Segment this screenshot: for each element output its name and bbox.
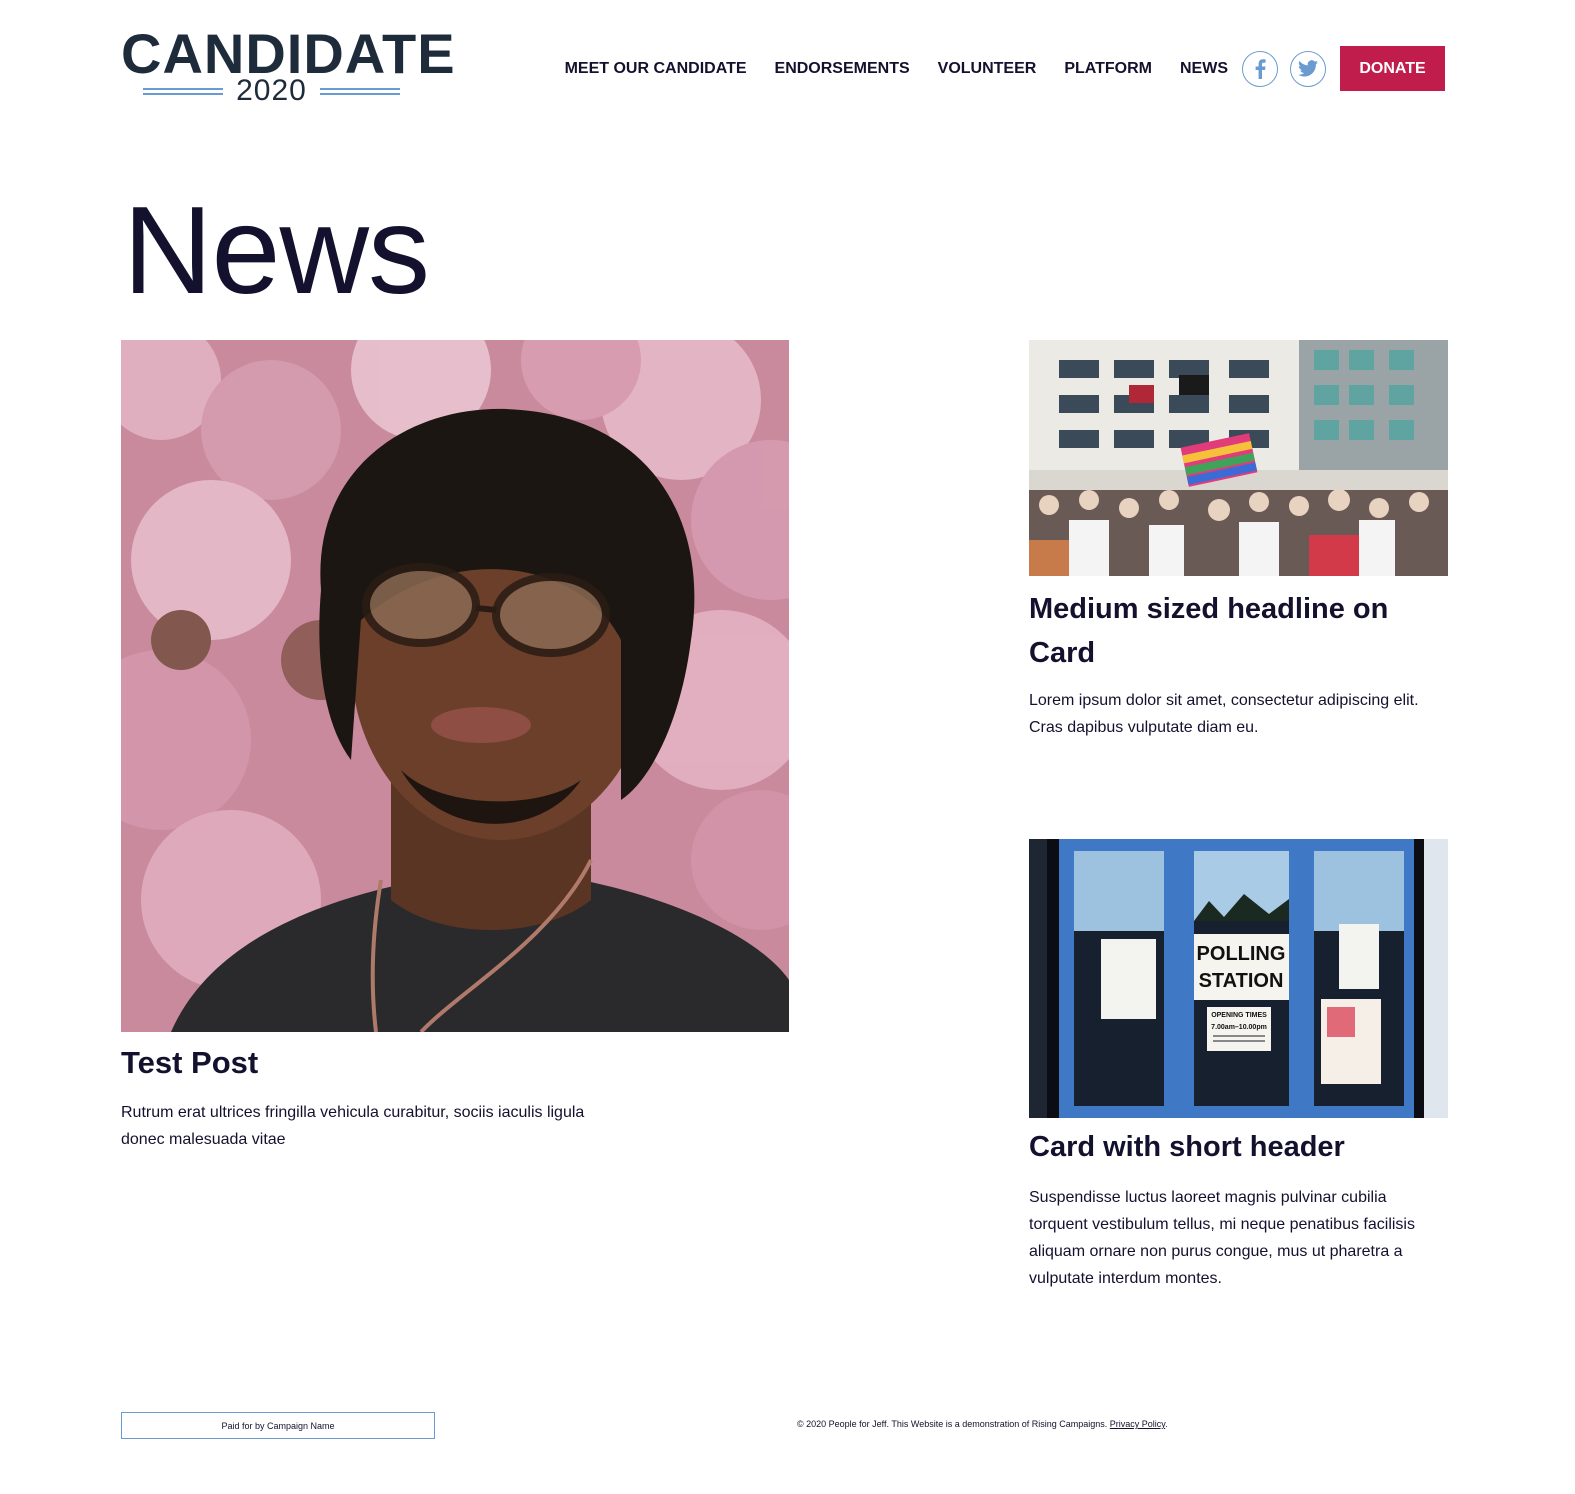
nav-link-volunteer[interactable]: VOLUNTEER (938, 60, 1037, 78)
logo-year: 2020 (236, 74, 307, 107)
copyright-notice: © 2020 People for Jeff. This Website is … (797, 1419, 1168, 1429)
featured-card-text: Rutrum erat ultrices fringilla vehicula … (121, 1104, 585, 1148)
polling-sign-line1: POLLING (1197, 943, 1286, 965)
polling-hours: 7.00am–10.00pm (1211, 1024, 1267, 1031)
featured-card-title[interactable]: Test Post (121, 1044, 258, 1082)
twitter-button[interactable] (1290, 50, 1326, 87)
paid-for-disclaimer: Paid for by Campaign Name (121, 1412, 435, 1439)
card-medium-image[interactable] (1029, 340, 1448, 576)
nav-link-platform[interactable]: PLATFORM (1064, 60, 1152, 78)
twitter-icon (1298, 60, 1318, 77)
polling-hours-label: OPENING TIMES (1211, 1012, 1267, 1019)
logo-year-row: 2020 (143, 76, 400, 106)
page-title: News (123, 182, 430, 320)
featured-card-image[interactable] (121, 340, 789, 1032)
facebook-icon (1255, 58, 1266, 79)
parade-photo (1029, 340, 1448, 576)
privacy-policy-link[interactable]: Privacy Policy (1110, 1419, 1165, 1429)
card-short-image[interactable]: POLLING STATION OPENING TIMES 7.00am–10.… (1029, 839, 1448, 1118)
nav-link-endorsements[interactable]: ENDORSEMENTS (775, 60, 910, 78)
paid-for-text: Paid for by Campaign Name (221, 1420, 335, 1431)
card-short-title[interactable]: Card with short header (1029, 1128, 1449, 1166)
portrait-photo (121, 340, 789, 1032)
card-short-text: Suspendisse luctus laoreet magnis pulvin… (1029, 1189, 1415, 1287)
copyright-text: © 2020 People for Jeff. This Website is … (797, 1419, 1110, 1429)
donate-button[interactable]: DONATE (1340, 46, 1445, 91)
card-medium-text: Lorem ipsum dolor sit amet, consectetur … (1029, 692, 1419, 736)
card-medium-title[interactable]: Medium sized headline on Card (1029, 587, 1449, 675)
nav-link-meet-our-candidate[interactable]: MEET OUR CANDIDATE (565, 60, 747, 78)
main-nav: MEET OUR CANDIDATE ENDORSEMENTS VOLUNTEE… (565, 46, 1445, 91)
site-logo[interactable]: CANDIDATE 2020 (121, 26, 455, 108)
polling-sign-line2: STATION (1199, 970, 1284, 992)
facebook-button[interactable] (1242, 50, 1278, 87)
logo-right-lines (320, 87, 400, 95)
polling-station-photo: POLLING STATION OPENING TIMES 7.00am–10.… (1029, 839, 1448, 1118)
copyright-period: . (1165, 1419, 1168, 1429)
nav-link-news[interactable]: NEWS (1180, 60, 1228, 78)
logo-left-lines (143, 87, 223, 95)
